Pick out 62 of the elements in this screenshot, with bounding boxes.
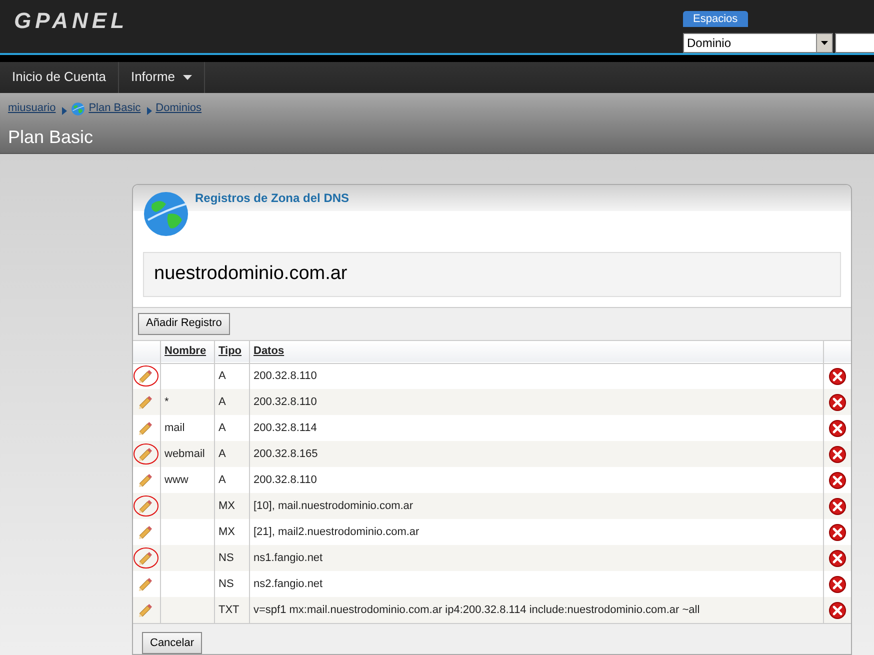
spaces-button[interactable]: Espacios	[683, 11, 748, 27]
domain-box: nuestrodominio.com.ar	[143, 252, 841, 296]
delete-icon[interactable]	[828, 394, 846, 410]
pencil-icon[interactable]	[137, 367, 155, 386]
table-cell: 200.32.8.110	[254, 370, 317, 382]
table-cell: [10], mail.nuestrodominio.com.ar	[254, 500, 414, 512]
pencil-icon[interactable]	[137, 445, 155, 463]
table-cell: TXT	[218, 604, 240, 616]
table-cell: *	[164, 396, 169, 408]
breadcrumb-link[interactable]: miusuario	[8, 100, 56, 117]
table-cell: A	[218, 448, 226, 460]
table-cell: 200.32.8.165	[254, 448, 318, 460]
table-cell: A	[218, 474, 226, 486]
delete-icon[interactable]	[828, 602, 846, 618]
arrow-icon	[146, 106, 152, 115]
delete-icon[interactable]	[828, 498, 846, 514]
panel-title: Registros de Zona del DNS	[195, 190, 350, 206]
breadcrumb-link[interactable]: Plan Basic	[88, 100, 141, 117]
page-title: Plan Basic	[8, 126, 94, 149]
table-cell: www	[164, 474, 188, 486]
cancel-button[interactable]: Cancelar	[142, 632, 202, 654]
table-cell: NS	[218, 552, 234, 564]
delete-icon[interactable]	[828, 368, 846, 385]
table-cell: MX	[218, 526, 235, 538]
caret-icon	[821, 41, 828, 45]
breadcrumb-link[interactable]: Dominios	[156, 100, 202, 117]
search-field[interactable]	[835, 33, 874, 53]
pencil-icon[interactable]	[137, 393, 155, 411]
table-cell: mail	[164, 422, 185, 434]
arrow-icon	[62, 106, 67, 115]
table-cell: A	[218, 396, 226, 408]
delete-icon[interactable]	[828, 446, 846, 462]
table-cell: webmail	[164, 448, 205, 460]
table-cell: NS	[218, 578, 234, 590]
table-cell: A	[218, 370, 226, 382]
space-select[interactable]: Dominio	[683, 33, 833, 53]
table-cell: 200.32.8.110	[254, 474, 317, 486]
pencil-icon[interactable]	[137, 471, 155, 489]
pencil-icon[interactable]	[137, 497, 155, 515]
column-header[interactable]: Nombre	[160, 340, 214, 363]
pencil-icon[interactable]	[137, 549, 155, 567]
column-header[interactable]: Tipo	[214, 340, 249, 363]
pencil-icon[interactable]	[137, 419, 155, 437]
pencil-icon[interactable]	[137, 575, 155, 593]
delete-icon[interactable]	[828, 472, 846, 488]
table-cell: ns1.fangio.net	[254, 552, 323, 564]
table-cell: [21], mail2.nuestrodominio.com.ar	[254, 526, 420, 538]
delete-icon[interactable]	[828, 524, 846, 540]
table-cell: v=spf1 mx:mail.nuestrodominio.com.ar ip4:200.32.8.114 include:nuestrodominio.com.ar ~all	[254, 604, 700, 616]
column-header[interactable]: Datos	[249, 340, 823, 363]
add-record-button[interactable]: Añadir Registro	[138, 312, 230, 334]
delete-icon[interactable]	[828, 550, 846, 566]
delete-icon[interactable]	[828, 576, 846, 592]
delete-icon[interactable]	[828, 420, 846, 436]
pencil-icon[interactable]	[137, 601, 155, 619]
table-cell: A	[218, 422, 226, 434]
table-cell: ns2.fangio.net	[254, 578, 323, 590]
logo: GPANEL	[14, 7, 128, 32]
table-cell: 200.32.8.114	[254, 422, 317, 434]
table-cell: 200.32.8.110	[254, 396, 317, 408]
table-cell: MX	[218, 500, 235, 512]
pencil-icon[interactable]	[137, 523, 155, 541]
